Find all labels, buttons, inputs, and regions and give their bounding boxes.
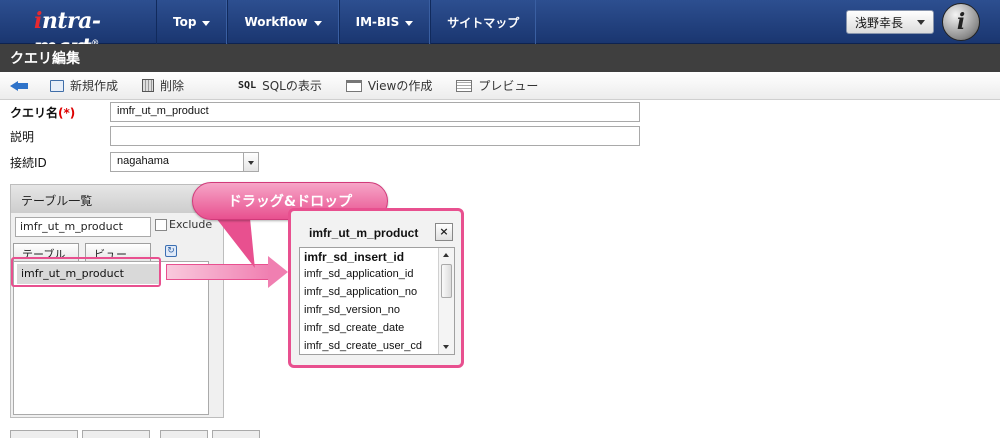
preview-icon — [456, 79, 473, 92]
description-input[interactable] — [110, 126, 640, 146]
nav-item-top[interactable]: Top — [156, 0, 228, 44]
list-item[interactable]: imfr_sd_application_id — [300, 266, 454, 284]
scroll-thumb[interactable] — [441, 264, 452, 298]
page-title: クエリ編集 — [0, 44, 1000, 72]
nav-item-workflow[interactable]: Workflow — [227, 0, 339, 44]
vertical-scrollbar[interactable] — [438, 248, 454, 354]
trash-icon — [142, 79, 155, 92]
required-mark: (*) — [58, 106, 76, 120]
highlight-box-source — [11, 257, 161, 287]
chevron-down-icon — [313, 20, 322, 26]
chevron-down-icon — [202, 20, 211, 26]
close-button[interactable]: × — [435, 223, 453, 241]
query-name-label: クエリ名(*) — [10, 106, 76, 120]
scroll-down-icon[interactable] — [439, 340, 454, 354]
brand-i-icon[interactable]: i — [942, 3, 980, 41]
bottom-button[interactable] — [10, 430, 78, 438]
connection-id-select[interactable]: nagahama — [110, 152, 244, 172]
bottom-button[interactable] — [160, 430, 208, 438]
exclude-checkbox[interactable] — [155, 219, 167, 231]
callout-tail — [216, 218, 279, 268]
scroll-up-icon[interactable] — [439, 248, 454, 262]
query-name-input[interactable]: imfr_ut_m_product — [110, 102, 640, 122]
list-item[interactable]: imfr_sd_create_date — [300, 320, 454, 338]
user-menu-button[interactable]: 浅野幸長 — [846, 10, 934, 34]
table-filter-input[interactable]: imfr_ut_m_product — [15, 217, 151, 237]
connection-id-label: 接続ID — [10, 156, 47, 170]
nav-item-im-bis[interactable]: IM-BIS — [338, 0, 431, 44]
column-list: imfr_sd_insert_id imfr_sd_application_id… — [299, 247, 455, 355]
chevron-down-icon — [405, 20, 414, 26]
show-sql-button[interactable]: SQL SQLの表示 — [238, 77, 322, 94]
book-icon — [50, 79, 64, 92]
list-item[interactable]: imfr_sd_version_no — [300, 302, 454, 320]
intra-mart-logo[interactable]: intra-mart® — [14, 6, 134, 60]
sql-icon: SQL — [238, 80, 257, 91]
toolbar: 新規作成 削除 SQL SQLの表示 Viewの作成 プレビュー — [0, 72, 1000, 100]
chevron-down-icon[interactable] — [243, 152, 259, 172]
back-arrow-icon[interactable] — [10, 80, 30, 92]
main-nav: Top Workflow IM-BIS サイトマップ — [156, 0, 537, 44]
exclude-label: Exclude — [169, 218, 213, 231]
refresh-icon[interactable]: ↻ — [165, 245, 177, 257]
description-label: 説明 — [10, 130, 35, 144]
nav-item-sitemap[interactable]: サイトマップ — [430, 0, 537, 44]
user-name: 浅野幸長 — [855, 15, 904, 30]
table-list-panel: テーブル一覧 imfr_ut_m_product Exclude テーブル ビュ… — [10, 184, 224, 418]
list-item[interactable]: imfr_sd_create_user_cd — [300, 338, 454, 354]
delete-button[interactable]: 削除 — [142, 77, 184, 94]
bottom-button[interactable] — [212, 430, 260, 438]
chevron-down-icon — [917, 20, 925, 25]
list-item[interactable]: imfr_sd_application_no — [300, 284, 454, 302]
dropped-table-box[interactable]: imfr_ut_m_product × imfr_sd_insert_id im… — [288, 208, 464, 368]
window-icon — [345, 79, 362, 92]
list-item[interactable]: imfr_sd_insert_id — [300, 248, 454, 266]
preview-button[interactable]: プレビュー — [456, 77, 538, 94]
new-button[interactable]: 新規作成 — [50, 77, 118, 94]
bottom-button[interactable] — [82, 430, 150, 438]
dropped-table-title: imfr_ut_m_product — [309, 226, 419, 240]
create-view-button[interactable]: Viewの作成 — [345, 77, 432, 94]
top-navigation-bar: intra-mart® Top Workflow IM-BIS サイトマップ 浅… — [0, 0, 1000, 60]
